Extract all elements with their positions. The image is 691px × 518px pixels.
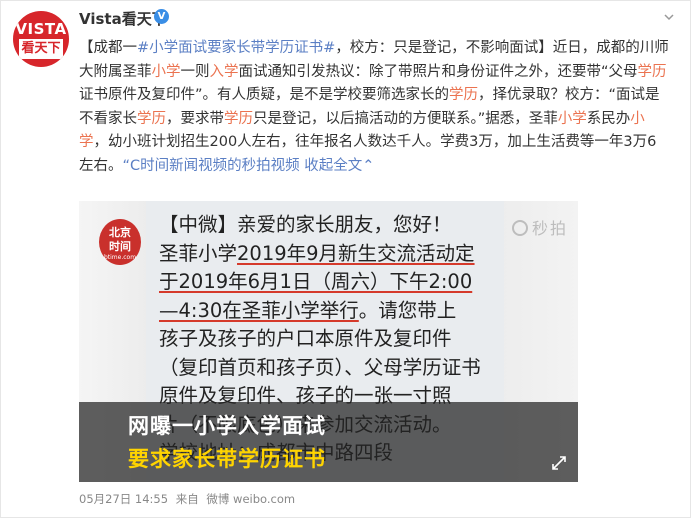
- post-text-segment: 一则: [180, 63, 210, 80]
- caption-line-1: 网曝一小学入学面试: [128, 414, 326, 438]
- avatar[interactable]: VISTA 看天下: [13, 11, 69, 67]
- post-text-segment: ，要求带: [166, 110, 224, 127]
- watermark-text: 秒拍: [531, 219, 568, 238]
- highlight-keyword[interactable]: 学历: [449, 87, 478, 103]
- weibo-post-card: VISTA 看天下 Vista看天下 V 【成都一#小学面试要家长带学历证书#，…: [0, 0, 691, 518]
- post-meta: 05月27日 14:55 来自 微博 weibo.com: [79, 491, 299, 507]
- highlight-keyword[interactable]: 学历: [224, 111, 253, 127]
- avatar-brand-text: VISTA: [15, 20, 67, 38]
- post-text-segment: 【成都一: [79, 40, 137, 56]
- post-text: 【成都一#小学面试要家长带学历证书#，校方：只是登记，不影响面试】近日，成都的川…: [79, 37, 669, 178]
- post-text-segment: 只是登记，以后搞活动的方便联系。”据悉，圣菲: [253, 110, 558, 127]
- highlight-keyword[interactable]: 学历: [137, 111, 166, 127]
- source-prefix: 来自: [175, 492, 199, 506]
- caption-line-2: 要求家长带学历证书: [128, 447, 326, 471]
- btime-logo: 北京 时间 btime.com: [99, 219, 141, 265]
- post-source[interactable]: 微博 weibo.com: [206, 492, 295, 506]
- verified-badge-icon: V: [154, 9, 169, 24]
- video-caption-bar: 网曝一小学入学面试 要求家长带学历证书: [79, 402, 578, 482]
- sms-line: 于2019年6月1日（周六）下午2:00: [159, 270, 473, 293]
- post-link[interactable]: 收起全文⌃: [304, 158, 374, 174]
- sms-line: —4:30在圣菲小学举行。请您带上: [159, 298, 457, 322]
- post-text-segment: 证书原件及复印件”。有人质疑，是不是学校要筛选家长的: [79, 87, 450, 103]
- highlight-keyword[interactable]: 小学: [152, 64, 181, 80]
- sms-line: 圣菲小学2019年9月新生交流活动定: [159, 241, 475, 265]
- sms-line: （复印首页和孩子页）、父母学历证书: [159, 355, 481, 379]
- post-link[interactable]: #小学面试要家长带学历证书#: [137, 40, 335, 56]
- post-date[interactable]: 05月27日 14:55: [79, 492, 168, 506]
- logo-small-text: btime.com: [103, 254, 137, 261]
- miaopai-logo-icon: [511, 220, 528, 236]
- chevron-down-icon[interactable]: [664, 13, 674, 24]
- sms-line: 孩子及孩子的户口本原件及复印件: [159, 327, 452, 350]
- highlight-keyword[interactable]: 学历: [638, 64, 667, 80]
- post-text-segment: 系民办: [586, 110, 631, 127]
- fullscreen-icon[interactable]: [552, 456, 566, 470]
- highlight-keyword[interactable]: 入学: [210, 64, 239, 80]
- post-text-segment: 面试通知引发热议：除了带照片和身份证件之外，还要带“父母: [238, 63, 638, 80]
- miaopai-watermark: 秒拍: [511, 215, 568, 239]
- sms-line: 【中微】亲爱的家长朋友，您好！: [159, 213, 452, 236]
- logo-line1: 北京: [109, 226, 131, 239]
- video-player[interactable]: 【中微】亲爱的家长朋友，您好！ 圣菲小学2019年9月新生交流活动定 于2019年6…: [79, 201, 578, 482]
- highlight-keyword[interactable]: 小学: [558, 111, 587, 127]
- avatar-brand-subtext: 看天下: [19, 39, 63, 59]
- post-link[interactable]: “C时间新闻视频的秒拍视频: [123, 158, 300, 174]
- logo-line2: 时间: [109, 240, 131, 253]
